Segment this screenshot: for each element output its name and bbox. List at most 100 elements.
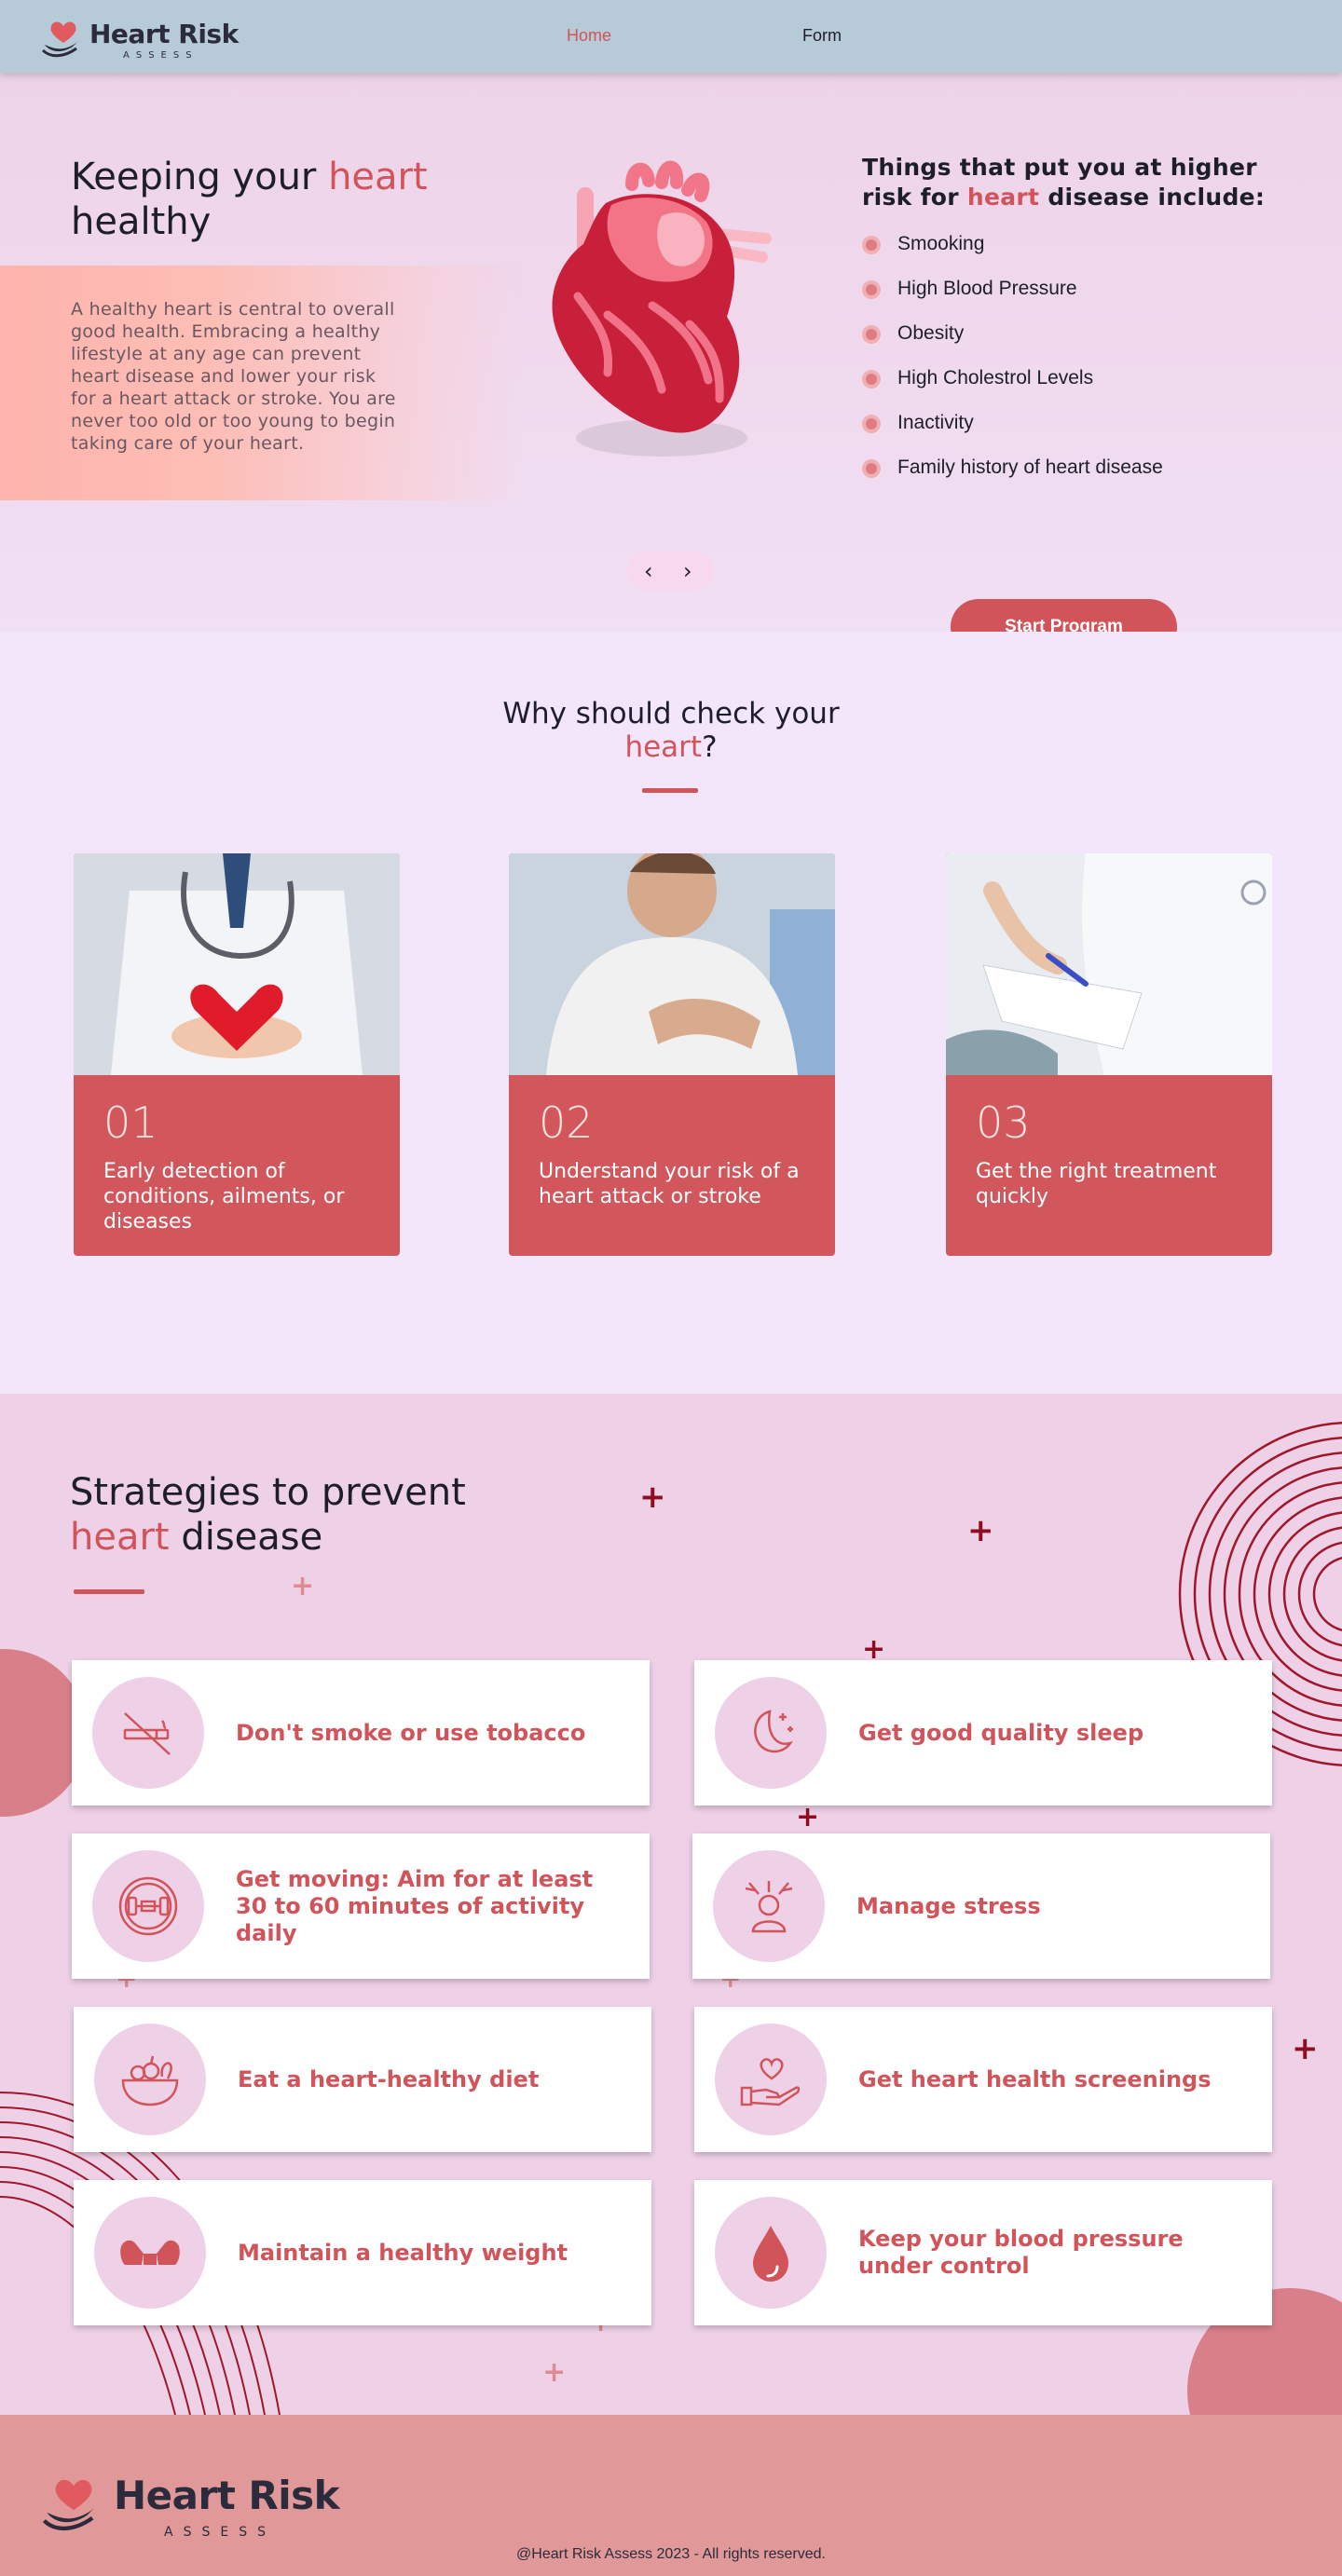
bullet-icon [862, 415, 881, 433]
card-text: Get the right treatment quickly [976, 1160, 1217, 1208]
strategy-icon-circle [94, 2024, 206, 2135]
strategy-icon-circle [94, 2197, 206, 2309]
why-title-text: Why should check your [502, 697, 840, 730]
heart-hand-logo-icon [41, 21, 78, 58]
nav-link-form[interactable]: Form [802, 26, 842, 46]
logo[interactable]: Heart Risk ASSESS [41, 17, 246, 61]
risk-label: Obesity [897, 322, 965, 344]
reason-card: 01 Early detection of conditions, ailmen… [74, 853, 400, 1256]
no-smoking-icon [123, 1712, 171, 1755]
strategy-label: Get moving: Aim for at least 30 to 60 mi… [236, 1865, 594, 1946]
bullet-icon [862, 370, 881, 388]
strategy-card: Maintain a healthy weight [74, 2180, 651, 2325]
list-item: Inactivity [862, 401, 1163, 445]
decorative-plus-icon: + [1292, 2030, 1319, 2067]
bullet-icon [862, 236, 881, 254]
nav-link-home[interactable]: Home [567, 26, 611, 46]
strategy-card: Get moving: Aim for at least 30 to 60 mi… [72, 1833, 650, 1979]
strategies-title: Strategies to prevent heart disease [70, 1470, 466, 1560]
risk-factors-title: Things that put you at higher risk for h… [862, 153, 1272, 212]
strategy-icon-circle [715, 2024, 827, 2135]
footer-logo-subtext: ASSESS [164, 2525, 276, 2540]
strategy-icon-circle [715, 2197, 827, 2309]
logo-text: Heart Risk [89, 19, 239, 49]
risk-factors-list: Smooking High Blood Pressure Obesity Hig… [862, 222, 1163, 490]
footer: Heart Risk ASSESS @Heart Risk Assess 202… [0, 2415, 1342, 2576]
moon-icon [754, 1710, 793, 1753]
strategy-card: Eat a heart-healthy diet [74, 2007, 651, 2152]
card-number: 03 [976, 1097, 1031, 1148]
doctor-consultation-photo [946, 853, 1272, 1075]
strategy-label: Maintain a healthy weight [238, 2239, 568, 2266]
bullet-icon [862, 280, 881, 299]
risk-label: High Blood Pressure [897, 278, 1077, 299]
reason-card: 02 Understand your risk of a heart attac… [509, 853, 835, 1256]
risk-label: Inactivity [897, 412, 974, 433]
strategies-section: + + + + + + + + + + Strategies to preven… [0, 1394, 1342, 2415]
strategy-card: Keep your blood pressure under control [694, 2180, 1272, 2325]
card-text: Understand your risk of a heart attack o… [539, 1160, 800, 1208]
footer-logo-text[interactable]: Heart Risk [114, 2473, 340, 2518]
risk-label: Smooking [897, 233, 985, 254]
strategies-title-text-end: disease [169, 1516, 323, 1559]
divider [642, 788, 698, 793]
strategies-title-text: Strategies to prevent [70, 1471, 466, 1514]
top-navbar: Heart Risk ASSESS Home Form [0, 0, 1342, 73]
why-title-text-end: ? [702, 730, 718, 764]
strategy-icon-circle [92, 1850, 204, 1962]
logo-subtext: ASSESS [123, 50, 199, 61]
reason-card: 03 Get the right treatment quickly [946, 853, 1272, 1256]
strategy-label: Don't smoke or use tobacco [236, 1719, 586, 1746]
strategy-card: Get good quality sleep [694, 1660, 1272, 1806]
list-item: High Cholestrol Levels [862, 356, 1163, 401]
hero-section: Keeping your heart healthy A healthy hea… [0, 73, 1342, 655]
anatomical-heart-image [552, 160, 772, 457]
strategies-title-accent: heart [70, 1516, 170, 1559]
card-text: Early detection of conditions, ailments,… [103, 1160, 345, 1233]
doctor-holding-heart-photo [74, 853, 400, 1075]
list-item: Smooking [862, 222, 1163, 266]
slider-controls: ‹ › [627, 552, 713, 591]
strategy-card: Don't smoke or use tobacco [72, 1660, 650, 1806]
decorative-plus-icon: + [967, 1512, 994, 1549]
slider-prev-button[interactable]: ‹ [644, 558, 653, 584]
heart-hand-icon [740, 2058, 801, 2106]
list-item: Obesity [862, 311, 1163, 356]
stress-icon [745, 1881, 793, 1933]
strategy-card: Get heart health screenings [694, 2007, 1272, 2152]
card-number: 02 [539, 1097, 594, 1148]
strategy-card: Manage stress [692, 1833, 1270, 1979]
why-check-section: Why should check your heart? 01 Early de… [0, 632, 1342, 1394]
hero-title-text: Keeping your [71, 156, 329, 198]
decorative-plus-icon: + [639, 1479, 666, 1516]
risk-label: High Cholestrol Levels [897, 367, 1094, 388]
list-item: High Blood Pressure [862, 266, 1163, 311]
hero-title-text-end: healthy [71, 200, 212, 243]
strategy-label: Manage stress [856, 1892, 1041, 1919]
risk-label: Family history of heart disease [897, 457, 1163, 478]
decorative-plus-icon: + [291, 1570, 315, 1602]
blood-drop-icon [753, 2226, 788, 2282]
why-title: Why should check your heart? [485, 697, 857, 764]
strategy-icon-circle [715, 1677, 827, 1789]
list-item: Family history of heart disease [862, 445, 1163, 490]
divider [74, 1589, 144, 1594]
heart-hand-logo-icon [42, 2479, 95, 2531]
risk-title-accent: heart [966, 184, 1040, 211]
copyright-text: @Heart Risk Assess 2023 - All rights res… [516, 2546, 826, 2562]
card-number: 01 [103, 1097, 158, 1148]
hero-title-accent: heart [328, 156, 428, 198]
risk-title-text-end: disease include: [1039, 184, 1266, 211]
strategy-icon-circle [713, 1850, 825, 1962]
strategy-label: Get heart health screenings [858, 2065, 1212, 2092]
decorative-plus-icon: + [796, 1801, 820, 1833]
strategy-icon-circle [92, 1677, 204, 1789]
hero-description: A healthy heart is central to overall go… [71, 299, 396, 454]
bullet-icon [862, 325, 881, 344]
strategy-label: Get good quality sleep [858, 1719, 1144, 1746]
why-title-accent: heart [624, 730, 703, 764]
decorative-plus-icon: + [542, 2356, 567, 2389]
strategy-label: Keep your blood pressure under control [858, 2226, 1184, 2279]
bullet-icon [862, 459, 881, 478]
slider-next-button[interactable]: › [683, 558, 692, 584]
